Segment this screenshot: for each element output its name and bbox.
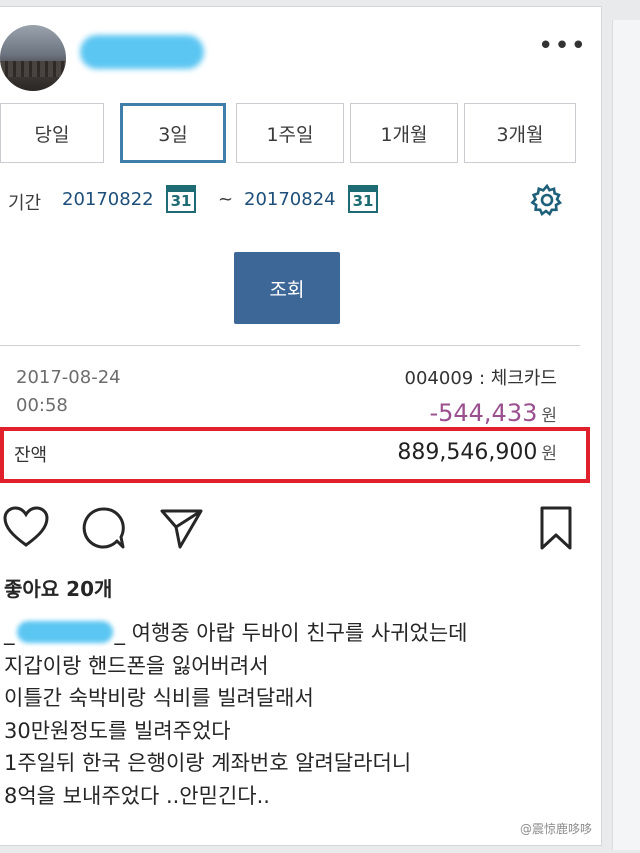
caption-line: 이틀간 숙박비랑 식비를 빌려달래서 <box>4 686 314 710</box>
bookmark-icon[interactable] <box>538 505 574 551</box>
post-actions <box>0 505 600 555</box>
period-1week-button[interactable]: 1주일 <box>236 103 344 163</box>
period-1month-button[interactable]: 1개월 <box>350 103 458 163</box>
transaction-card: 004009 : 체크카드 <box>404 368 557 389</box>
caption-line: 30만원정도를 빌려주었다 <box>4 718 231 743</box>
watermark: @震惊鹿哆哆 <box>520 822 593 836</box>
start-date: 20170822 <box>62 189 154 210</box>
balance-label: 잔액 <box>14 445 48 466</box>
share-icon[interactable] <box>158 505 204 551</box>
query-button[interactable]: 조회 <box>234 252 340 324</box>
date-range: 기간 20170822 31 ~ 20170824 31 <box>0 183 580 219</box>
period-3days-button[interactable]: 3일 <box>120 103 226 163</box>
caption-line: _ _ 여행중 아랍 두바이 친구를 사귀었는데 <box>4 621 468 645</box>
period-selector: 당일 3일 1주일 1개월 3개월 <box>0 103 580 165</box>
period-label: 기간 <box>8 193 42 214</box>
gear-icon[interactable] <box>530 183 564 217</box>
caption-line: 지갑이랑 핸드폰을 잃어버려서 <box>4 653 269 678</box>
calendar-icon[interactable]: 31 <box>166 185 196 213</box>
transaction-datetime: 2017-08-24 00:58 <box>16 364 121 420</box>
like-count[interactable]: 좋아요 20개 <box>4 573 112 602</box>
username-redacted[interactable] <box>80 35 204 69</box>
comment-icon[interactable] <box>80 505 126 551</box>
transaction-time: 00:58 <box>16 395 68 416</box>
balance-amount: 889,546,900 원 <box>397 440 557 465</box>
caption-line: 1주일뒤 한국 은행이랑 계좌번호 알려달라더니 <box>4 751 412 775</box>
background-panel <box>612 20 640 850</box>
transaction-date: 2017-08-24 <box>16 367 121 388</box>
divider <box>0 345 580 346</box>
range-separator: ~ <box>218 189 234 210</box>
caption-line: 8억을 보내주었다 ..안믿긴다.. <box>4 783 270 808</box>
period-today-button[interactable]: 당일 <box>0 103 104 163</box>
avatar[interactable] <box>0 25 66 91</box>
calendar-icon[interactable]: 31 <box>348 185 378 213</box>
mention-redacted[interactable] <box>16 621 113 643</box>
end-date: 20170824 <box>244 189 336 210</box>
period-3months-button[interactable]: 3개월 <box>464 103 576 163</box>
heart-icon[interactable] <box>2 505 50 549</box>
more-options-button[interactable]: ••• <box>538 33 586 61</box>
post-caption: _ _ 여행중 아랍 두바이 친구를 사귀었는데 지갑이랑 핸드폰을 잃어버려서 … <box>4 617 594 812</box>
transaction-amount: -544,433 원 <box>429 399 557 427</box>
instagram-post: ••• 당일 3일 1주일 1개월 3개월 기간 20170822 31 ~ 2… <box>0 6 602 846</box>
